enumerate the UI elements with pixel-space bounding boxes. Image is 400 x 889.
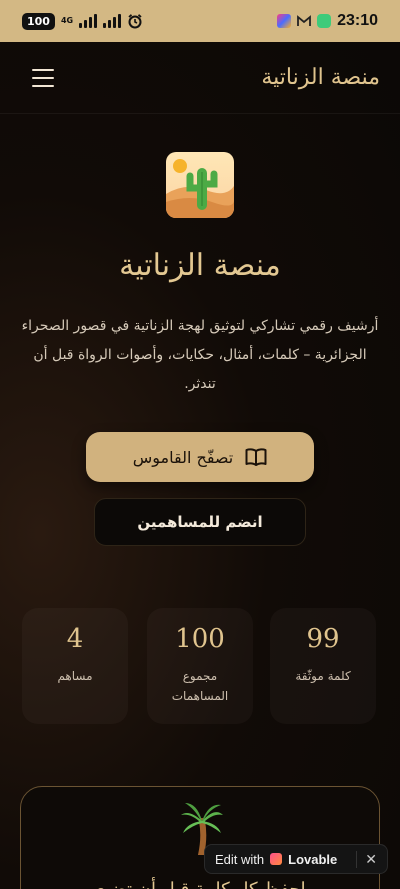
book-icon	[245, 448, 267, 466]
network-label: 4G	[60, 16, 74, 25]
stat-label: مساهم	[57, 669, 93, 683]
join-contributors-button[interactable]: انضم للمساهمين	[94, 498, 306, 546]
hamburger-menu-icon[interactable]	[32, 68, 54, 87]
stat-card-contributors: 4 مساهم	[22, 608, 128, 724]
status-right: 23:10	[277, 12, 378, 30]
close-icon[interactable]: ✕	[356, 850, 377, 868]
stat-label: مجموع المساهمات	[171, 669, 229, 703]
signal-icon	[79, 14, 98, 28]
stat-card-words: 99 كلمة موثّقة	[270, 608, 376, 724]
badge-prefix: Edit with	[215, 851, 265, 867]
browse-dictionary-button[interactable]: تصفّح القاموس	[86, 432, 314, 482]
stat-value: 4	[66, 624, 84, 654]
status-left: 100 4G	[22, 12, 143, 30]
edit-with-lovable-badge[interactable]: Edit with Lovable ✕	[204, 844, 388, 874]
badge-brand: Lovable	[288, 851, 338, 867]
battery-icon: 100	[22, 12, 55, 30]
gmail-icon	[297, 15, 311, 26]
clock: 23:10	[337, 12, 378, 29]
stat-card-contributions: 100 مجموع المساهمات	[147, 608, 253, 724]
signal-icon-2	[103, 14, 122, 28]
hero-description: أرشيف رقمي تشاركي لتوثيق لهجة الزناتية ف…	[21, 318, 379, 392]
lovable-logo-icon	[270, 853, 283, 865]
brand-title[interactable]: منصة الزناتية	[261, 65, 380, 90]
status-bar: 100 4G 23:10	[0, 0, 400, 42]
stat-value: 100	[175, 624, 225, 654]
messenger-icon	[317, 14, 332, 28]
stat-value: 99	[306, 624, 340, 654]
app-notification-icon	[277, 14, 292, 28]
alarm-icon	[128, 14, 142, 29]
cta-text: احفظ كل كلمة قبل أن تضيع	[41, 879, 361, 889]
desert-cactus-icon	[166, 152, 234, 218]
hero-title: منصة الزناتية	[119, 248, 281, 283]
stat-label: كلمة موثّقة	[295, 669, 351, 683]
top-nav: منصة الزناتية	[0, 42, 400, 114]
browse-dictionary-label: تصفّح القاموس	[132, 447, 234, 467]
